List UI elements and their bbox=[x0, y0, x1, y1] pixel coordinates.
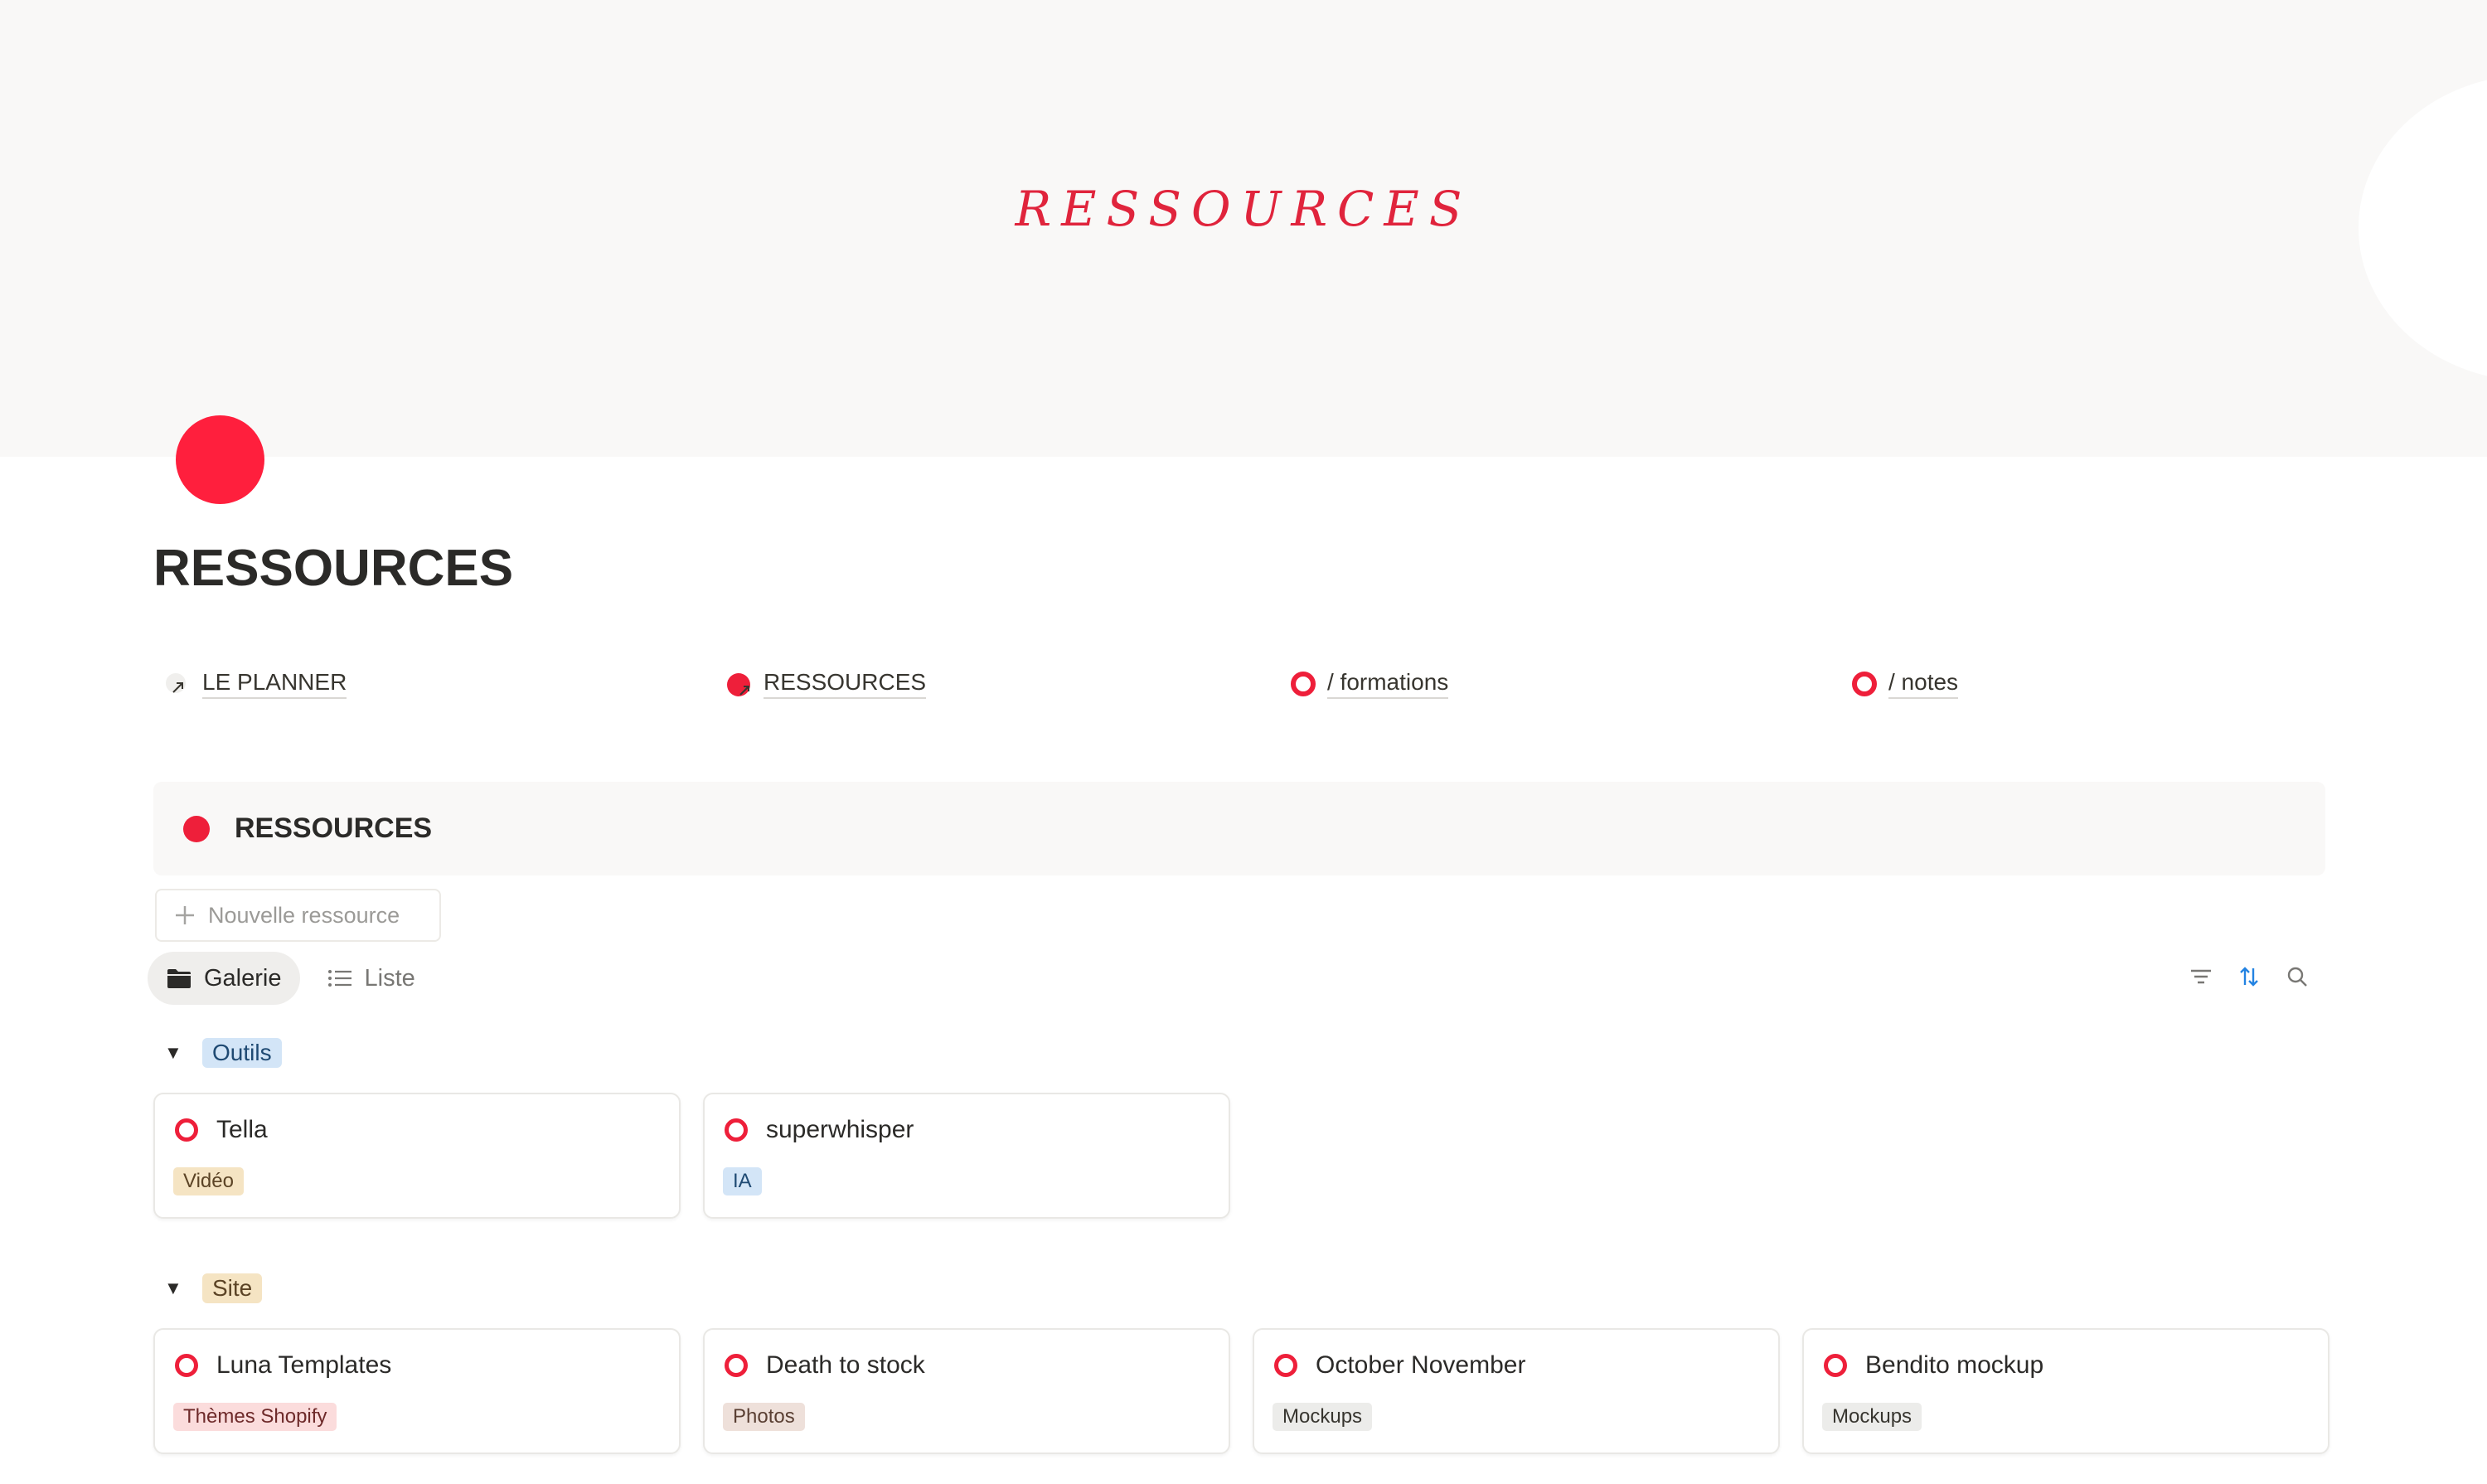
group-tag: Site bbox=[202, 1273, 263, 1303]
tab-label: Galerie bbox=[204, 964, 282, 992]
caret-down-icon[interactable]: ▼ bbox=[164, 1042, 184, 1064]
tab-liste[interactable]: Liste bbox=[308, 952, 434, 1005]
card-tag: IA bbox=[723, 1167, 762, 1195]
filter-icon[interactable] bbox=[2189, 964, 2213, 989]
red-ring-icon bbox=[725, 1118, 748, 1142]
database-title[interactable]: RESSOURCES bbox=[235, 812, 432, 845]
sort-icon[interactable] bbox=[2237, 964, 2262, 989]
red-ring-icon bbox=[1274, 1354, 1297, 1377]
card-tag: Thèmes Shopify bbox=[173, 1403, 337, 1431]
card-tag: Photos bbox=[723, 1403, 805, 1431]
card-title: Tella bbox=[216, 1116, 268, 1143]
page-cover[interactable]: RESSOURCES bbox=[0, 0, 2487, 457]
view-tabs: Galerie Liste bbox=[148, 952, 434, 1005]
cover-title: RESSOURCES bbox=[1015, 181, 1472, 237]
card-title: Luna Templates bbox=[216, 1351, 392, 1379]
link-ressources[interactable]: RESSOURCES bbox=[727, 663, 927, 705]
gallery-card[interactable]: Death to stock Photos bbox=[703, 1328, 1230, 1454]
search-icon[interactable] bbox=[2285, 964, 2310, 989]
gallery-card[interactable]: Tella Vidéo bbox=[153, 1093, 681, 1219]
link-notes[interactable]: / notes bbox=[1852, 663, 1959, 705]
red-ring-icon bbox=[1824, 1354, 1847, 1377]
gallery-card[interactable]: superwhisper IA bbox=[703, 1093, 1230, 1219]
page-icon[interactable] bbox=[176, 415, 264, 504]
arrow-link-icon bbox=[166, 672, 191, 696]
red-dot-icon bbox=[183, 815, 210, 842]
gallery-card[interactable]: Bendito mockup Mockups bbox=[1802, 1328, 2329, 1454]
gallery-card[interactable]: October November Mockups bbox=[1253, 1328, 1780, 1454]
link-label: LE PLANNER bbox=[202, 669, 347, 699]
new-resource-label: Nouvelle ressource bbox=[208, 902, 400, 928]
database-toolbar bbox=[2189, 964, 2310, 989]
tab-galerie[interactable]: Galerie bbox=[148, 952, 300, 1005]
database-header: RESSOURCES bbox=[153, 782, 2325, 875]
plus-icon bbox=[176, 906, 194, 924]
list-icon bbox=[327, 970, 351, 987]
gallery-card[interactable]: Luna Templates Thèmes Shopify bbox=[153, 1328, 681, 1454]
link-label: / formations bbox=[1327, 669, 1449, 699]
tab-label: Liste bbox=[364, 964, 415, 992]
card-tag: Vidéo bbox=[173, 1167, 244, 1195]
group-header-site[interactable]: ▼ Site bbox=[164, 1272, 263, 1305]
link-row: LE PLANNER RESSOURCES / formations / not… bbox=[153, 663, 2400, 705]
link-le-planner[interactable]: LE PLANNER bbox=[166, 663, 347, 705]
group-tag: Outils bbox=[202, 1038, 282, 1068]
card-title: superwhisper bbox=[766, 1116, 914, 1143]
link-label: / notes bbox=[1888, 669, 1959, 699]
card-title: Death to stock bbox=[766, 1351, 925, 1379]
card-tag: Mockups bbox=[1273, 1403, 1373, 1431]
caret-down-icon[interactable]: ▼ bbox=[164, 1278, 184, 1299]
red-ring-icon bbox=[175, 1354, 198, 1377]
red-ring-icon bbox=[175, 1118, 198, 1142]
group-header-outils[interactable]: ▼ Outils bbox=[164, 1036, 282, 1069]
new-resource-button[interactable]: Nouvelle ressource bbox=[155, 889, 441, 942]
red-ring-icon bbox=[1852, 672, 1877, 696]
red-dot-link-icon bbox=[727, 672, 752, 696]
link-label: RESSOURCES bbox=[764, 669, 927, 699]
page-title[interactable]: RESSOURCES bbox=[153, 539, 513, 598]
folder-icon bbox=[167, 969, 191, 988]
red-ring-icon bbox=[725, 1354, 748, 1377]
card-tag: Mockups bbox=[1822, 1403, 1922, 1431]
card-title: Bendito mockup bbox=[1865, 1351, 2044, 1379]
red-ring-icon bbox=[1291, 672, 1316, 696]
card-title: October November bbox=[1316, 1351, 1526, 1379]
link-formations[interactable]: / formations bbox=[1291, 663, 1449, 705]
